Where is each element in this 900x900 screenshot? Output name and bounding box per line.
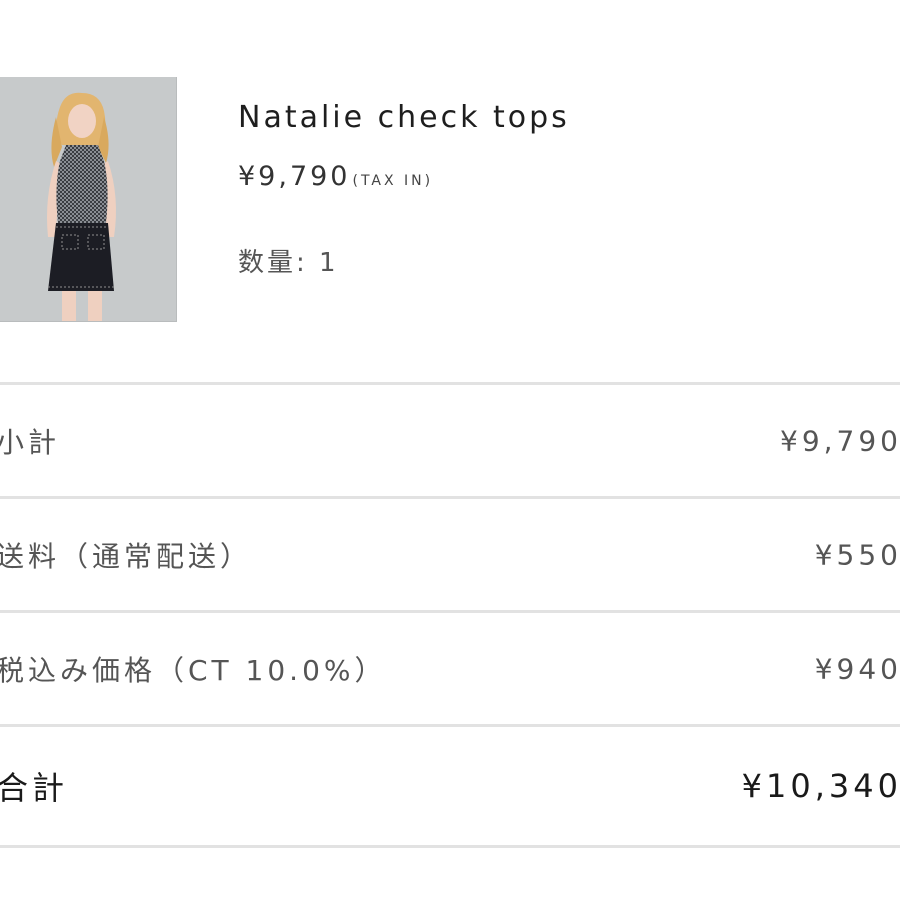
product-info: Natalie check tops ¥9,790 (TAX IN) 数量: 1 (238, 100, 570, 279)
product-price: ¥9,790 (TAX IN) (238, 161, 570, 192)
total-value: ¥10,340 (741, 767, 900, 805)
divider (0, 845, 900, 848)
price-tax-note: (TAX IN) (352, 173, 434, 189)
product-quantity: 数量: 1 (238, 248, 339, 278)
tax-value: ¥940 (814, 652, 900, 685)
subtotal-value: ¥9,790 (780, 424, 900, 457)
summary-row-subtotal: 小計 ¥9,790 (0, 385, 900, 496)
order-summary-page: Natalie check tops ¥9,790 (TAX IN) 数量: 1 … (0, 0, 900, 900)
total-label: 合計 (0, 769, 69, 807)
order-summary: 小計 ¥9,790 送料（通常配送） ¥550 税込み価格（CT 10.0%） … (0, 382, 900, 848)
price-value: ¥9,790 (238, 161, 351, 192)
shipping-value: ¥550 (814, 538, 900, 571)
summary-row-total: 合計 ¥10,340 (0, 727, 900, 845)
tax-label: 税込み価格（CT 10.0%） (0, 653, 387, 687)
summary-row-shipping: 送料（通常配送） ¥550 (0, 499, 900, 610)
subtotal-label: 小計 (0, 425, 61, 459)
product-image[interactable] (0, 77, 177, 322)
product-name[interactable]: Natalie check tops (238, 100, 570, 135)
shipping-label: 送料（通常配送） (0, 539, 253, 573)
product-photo-illustration (0, 77, 176, 321)
summary-row-tax: 税込み価格（CT 10.0%） ¥940 (0, 613, 900, 724)
